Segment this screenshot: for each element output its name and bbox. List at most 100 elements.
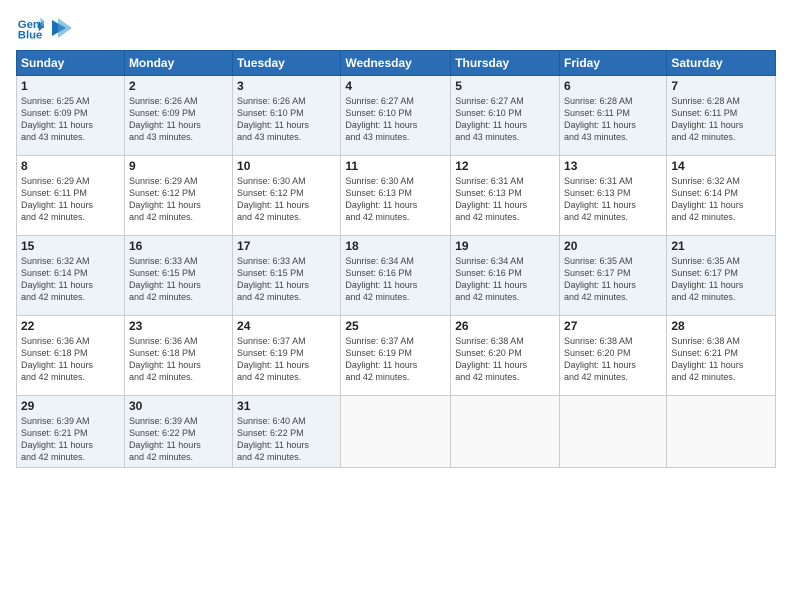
calendar-cell: 15Sunrise: 6:32 AM Sunset: 6:14 PM Dayli… [17, 236, 125, 316]
day-number: 12 [455, 159, 555, 173]
day-info: Sunrise: 6:27 AM Sunset: 6:10 PM Dayligh… [345, 95, 446, 144]
day-info: Sunrise: 6:37 AM Sunset: 6:19 PM Dayligh… [237, 335, 336, 384]
calendar-cell: 7 Sunrise: 6:28 AM Sunset: 6:11 PM Daylig… [667, 76, 776, 156]
day-info: Sunrise: 6:38 AM Sunset: 6:20 PM Dayligh… [564, 335, 662, 384]
day-number: 28 [671, 319, 771, 333]
calendar-cell: 5 Sunrise: 6:27 AM Sunset: 6:10 PM Daylig… [451, 76, 560, 156]
day-info: Sunrise: 6:35 AM Sunset: 6:17 PM Dayligh… [671, 255, 771, 304]
day-number: 10 [237, 159, 336, 173]
day-info: Sunrise: 6:29 AM Sunset: 6:11 PM Dayligh… [21, 175, 120, 224]
calendar-cell: 30 Sunrise: 6:39 AM Sunset: 6:22 PM Dayli… [124, 396, 232, 468]
day-info: Sunrise: 6:39 AM Sunset: 6:21 PM Dayligh… [21, 415, 120, 464]
calendar-cell: 31Sunrise: 6:40 AM Sunset: 6:22 PM Dayli… [233, 396, 341, 468]
calendar-cell: 23 Sunrise: 6:36 AM Sunset: 6:18 PM Dayli… [124, 316, 232, 396]
calendar-cell: 8 Sunrise: 6:29 AM Sunset: 6:11 PM Daylig… [17, 156, 125, 236]
calendar-header-cell: Thursday [451, 51, 560, 76]
day-info: Sunrise: 6:33 AM Sunset: 6:15 PM Dayligh… [237, 255, 336, 304]
day-info: Sunrise: 6:38 AM Sunset: 6:21 PM Dayligh… [671, 335, 771, 384]
day-number: 5 [455, 79, 555, 93]
calendar-header-cell: Monday [124, 51, 232, 76]
day-number: 7 [671, 79, 771, 93]
logo-icon: General Blue [16, 14, 44, 42]
day-info: Sunrise: 6:36 AM Sunset: 6:18 PM Dayligh… [129, 335, 228, 384]
day-info: Sunrise: 6:32 AM Sunset: 6:14 PM Dayligh… [671, 175, 771, 224]
day-info: Sunrise: 6:32 AM Sunset: 6:14 PM Dayligh… [21, 255, 120, 304]
day-number: 25 [345, 319, 446, 333]
day-info: Sunrise: 6:33 AM Sunset: 6:15 PM Dayligh… [129, 255, 228, 304]
calendar-cell: 26Sunrise: 6:38 AM Sunset: 6:20 PM Dayli… [451, 316, 560, 396]
day-info: Sunrise: 6:37 AM Sunset: 6:19 PM Dayligh… [345, 335, 446, 384]
svg-text:Blue: Blue [18, 30, 43, 42]
calendar-cell [560, 396, 667, 468]
day-number: 18 [345, 239, 446, 253]
day-number: 14 [671, 159, 771, 173]
day-number: 3 [237, 79, 336, 93]
day-number: 29 [21, 399, 120, 413]
logo: General Blue [16, 14, 72, 42]
day-number: 23 [129, 319, 228, 333]
day-number: 21 [671, 239, 771, 253]
day-number: 27 [564, 319, 662, 333]
day-info: Sunrise: 6:36 AM Sunset: 6:18 PM Dayligh… [21, 335, 120, 384]
day-number: 30 [129, 399, 228, 413]
day-number: 31 [237, 399, 336, 413]
day-info: Sunrise: 6:34 AM Sunset: 6:16 PM Dayligh… [455, 255, 555, 304]
day-info: Sunrise: 6:30 AM Sunset: 6:12 PM Dayligh… [237, 175, 336, 224]
calendar-cell: 21 Sunrise: 6:35 AM Sunset: 6:17 PM Dayli… [667, 236, 776, 316]
calendar-cell: 18 Sunrise: 6:34 AM Sunset: 6:16 PM Dayli… [341, 236, 451, 316]
calendar-cell: 12Sunrise: 6:31 AM Sunset: 6:13 PM Dayli… [451, 156, 560, 236]
day-info: Sunrise: 6:31 AM Sunset: 6:13 PM Dayligh… [564, 175, 662, 224]
day-info: Sunrise: 6:38 AM Sunset: 6:20 PM Dayligh… [455, 335, 555, 384]
day-number: 8 [21, 159, 120, 173]
calendar-header-cell: Saturday [667, 51, 776, 76]
day-number: 19 [455, 239, 555, 253]
calendar-cell: 29 Sunrise: 6:39 AM Sunset: 6:21 PM Dayli… [17, 396, 125, 468]
calendar-cell: 10 Sunrise: 6:30 AM Sunset: 6:12 PM Dayli… [233, 156, 341, 236]
logo-arrow-icon [52, 18, 72, 38]
day-number: 2 [129, 79, 228, 93]
calendar-header-cell: Friday [560, 51, 667, 76]
day-number: 6 [564, 79, 662, 93]
calendar-cell: 9 Sunrise: 6:29 AM Sunset: 6:12 PM Daylig… [124, 156, 232, 236]
calendar-cell: 19 Sunrise: 6:34 AM Sunset: 6:16 PM Dayli… [451, 236, 560, 316]
calendar-cell [667, 396, 776, 468]
day-number: 1 [21, 79, 120, 93]
calendar-cell: 22 Sunrise: 6:36 AM Sunset: 6:18 PM Dayli… [17, 316, 125, 396]
calendar-cell: 24 Sunrise: 6:37 AM Sunset: 6:19 PM Dayli… [233, 316, 341, 396]
day-info: Sunrise: 6:26 AM Sunset: 6:09 PM Dayligh… [129, 95, 228, 144]
calendar-cell: 3Sunrise: 6:26 AM Sunset: 6:10 PM Daylig… [233, 76, 341, 156]
day-info: Sunrise: 6:28 AM Sunset: 6:11 PM Dayligh… [671, 95, 771, 144]
calendar-cell: 17Sunrise: 6:33 AM Sunset: 6:15 PM Dayli… [233, 236, 341, 316]
calendar-cell: 16 Sunrise: 6:33 AM Sunset: 6:15 PM Dayli… [124, 236, 232, 316]
calendar-table: SundayMondayTuesdayWednesdayThursdayFrid… [16, 50, 776, 468]
calendar-cell: 28 Sunrise: 6:38 AM Sunset: 6:21 PM Dayli… [667, 316, 776, 396]
day-number: 11 [345, 159, 446, 173]
day-info: Sunrise: 6:39 AM Sunset: 6:22 PM Dayligh… [129, 415, 228, 464]
day-info: Sunrise: 6:25 AM Sunset: 6:09 PM Dayligh… [21, 95, 120, 144]
calendar-cell: 11 Sunrise: 6:30 AM Sunset: 6:13 PM Dayli… [341, 156, 451, 236]
calendar-cell: 6 Sunrise: 6:28 AM Sunset: 6:11 PM Daylig… [560, 76, 667, 156]
calendar-cell: 20Sunrise: 6:35 AM Sunset: 6:17 PM Dayli… [560, 236, 667, 316]
calendar-cell [341, 396, 451, 468]
calendar-cell: 4Sunrise: 6:27 AM Sunset: 6:10 PM Daylig… [341, 76, 451, 156]
day-number: 13 [564, 159, 662, 173]
day-info: Sunrise: 6:28 AM Sunset: 6:11 PM Dayligh… [564, 95, 662, 144]
calendar-cell: 2 Sunrise: 6:26 AM Sunset: 6:09 PM Daylig… [124, 76, 232, 156]
calendar-header-cell: Sunday [17, 51, 125, 76]
calendar-cell: 14 Sunrise: 6:32 AM Sunset: 6:14 PM Dayli… [667, 156, 776, 236]
header: General Blue [16, 14, 776, 42]
day-info: Sunrise: 6:34 AM Sunset: 6:16 PM Dayligh… [345, 255, 446, 304]
calendar-header-cell: Tuesday [233, 51, 341, 76]
calendar-header-cell: Wednesday [341, 51, 451, 76]
day-info: Sunrise: 6:27 AM Sunset: 6:10 PM Dayligh… [455, 95, 555, 144]
day-number: 22 [21, 319, 120, 333]
calendar-header: SundayMondayTuesdayWednesdayThursdayFrid… [17, 51, 776, 76]
day-info: Sunrise: 6:30 AM Sunset: 6:13 PM Dayligh… [345, 175, 446, 224]
day-number: 9 [129, 159, 228, 173]
calendar-cell [451, 396, 560, 468]
day-number: 16 [129, 239, 228, 253]
calendar-cell: 13 Sunrise: 6:31 AM Sunset: 6:13 PM Dayli… [560, 156, 667, 236]
day-info: Sunrise: 6:29 AM Sunset: 6:12 PM Dayligh… [129, 175, 228, 224]
calendar-cell: 27 Sunrise: 6:38 AM Sunset: 6:20 PM Dayli… [560, 316, 667, 396]
day-number: 24 [237, 319, 336, 333]
